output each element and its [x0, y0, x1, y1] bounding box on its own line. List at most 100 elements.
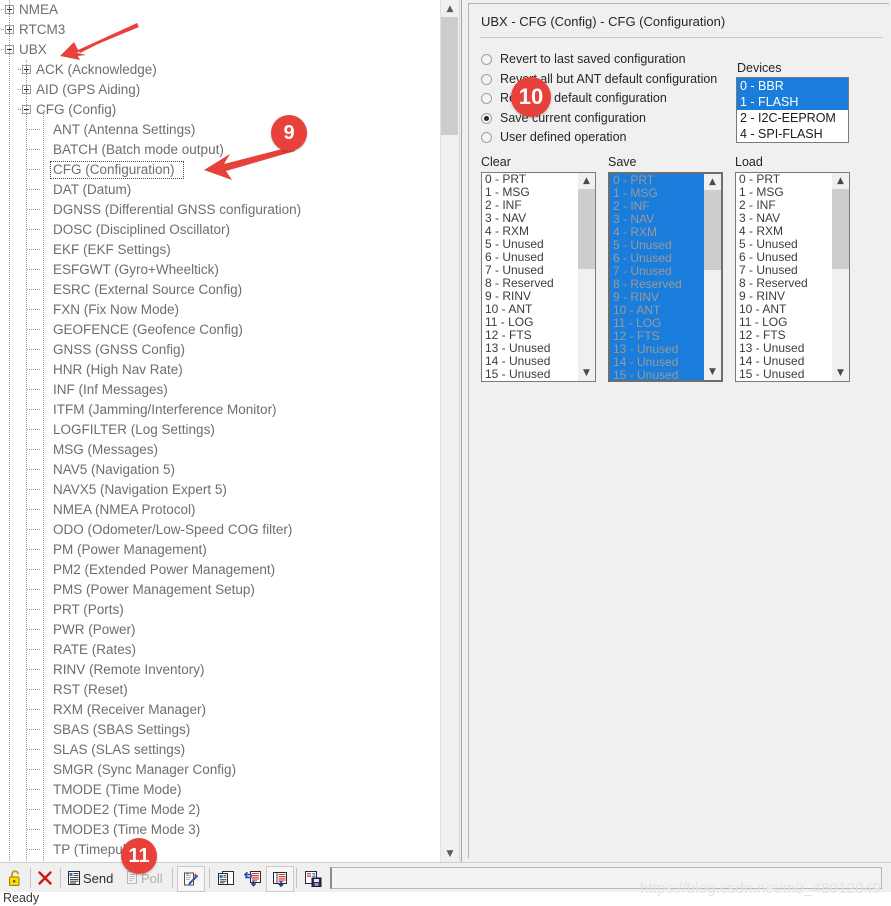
scroll-up-icon[interactable]: ▲ [704, 174, 721, 190]
tree-item-tp[interactable]: TP (Timepulse) [0, 840, 440, 860]
tree-item-label: NMEA [19, 2, 59, 17]
radio-indicator[interactable] [481, 132, 492, 143]
tree-guide-line [26, 60, 27, 862]
configuration-panel: UBX - CFG (Config) - CFG (Configuration)… [461, 0, 891, 862]
tree-item-aid[interactable]: AID (GPS Aiding) [0, 80, 440, 100]
tree-item-gnss[interactable]: GNSS (GNSS Config) [0, 340, 440, 360]
listbox-scrollbar[interactable]: ▲ ▼ [832, 173, 849, 381]
tree-item-nav5[interactable]: NAV5 (Navigation 5) [0, 460, 440, 480]
tree-item-slas[interactable]: SLAS (SLAS settings) [0, 740, 440, 760]
tree-item-prt[interactable]: PRT (Ports) [0, 600, 440, 620]
tree-item-ekf[interactable]: EKF (EKF Settings) [0, 240, 440, 260]
tree-item-hnr[interactable]: HNR (High Nav Rate) [0, 360, 440, 380]
tree-item-label: AID (GPS Aiding) [36, 82, 141, 97]
store-to-receiver-button[interactable] [266, 866, 294, 892]
device-option[interactable]: 2 - I2C-EEPROM [737, 110, 848, 126]
scroll-up-icon[interactable]: ▲ [832, 173, 849, 189]
annotation-marker-9: 9 [271, 115, 307, 151]
tree-item-rxm[interactable]: RXM (Receiver Manager) [0, 700, 440, 720]
radio-indicator[interactable] [481, 73, 492, 85]
ublox-ucenter-window: NMEA RTCM3 UBX ACK (Acknowledge) AID (GPS Ai… [0, 0, 891, 906]
tree-item-rst[interactable]: RST (Reset) [0, 680, 440, 700]
scroll-down-icon[interactable]: ▼ [704, 364, 721, 380]
unlock-button[interactable] [4, 866, 26, 890]
scroll-down-icon[interactable]: ▼ [832, 365, 849, 381]
copy-config-button[interactable] [213, 866, 238, 890]
device-option[interactable]: 0 - BBR [737, 78, 848, 94]
send-button[interactable]: Send [66, 866, 113, 890]
floppy-disk-icon [305, 870, 322, 887]
mask-listbox-load[interactable]: 0 - PRT 1 - MSG 2 - INF 3 - NAV 4 - RXM 5 - U… [735, 172, 850, 382]
mask-listbox-clear[interactable]: 0 - PRT 1 - MSG 2 - INF 3 - NAV 4 - RXM 5 - U… [481, 172, 596, 382]
scroll-thumb[interactable] [832, 189, 849, 269]
tree-item-logfilter[interactable]: LOGFILTER (Log Settings) [0, 420, 440, 440]
radio-indicator[interactable] [481, 93, 492, 104]
tree-item-pm2[interactable]: PM2 (Extended Power Management) [0, 560, 440, 580]
tree-item-pm[interactable]: PM (Power Management) [0, 540, 440, 560]
tree-item-esfgwt[interactable]: ESFGWT (Gyro+Wheeltick) [0, 260, 440, 280]
tree-item-itfm[interactable]: ITFM (Jamming/Interference Monitor) [0, 400, 440, 420]
tree-item-tmode2[interactable]: TMODE2 (Time Mode 2) [0, 800, 440, 820]
scroll-thumb[interactable] [578, 189, 595, 269]
tree-item-label: NAV5 (Navigation 5) [53, 462, 176, 477]
mask-listbox-save[interactable]: 0 - PRT 1 - MSG 2 - INF 3 - NAV 4 - RXM 5 - U… [608, 172, 723, 382]
scroll-thumb[interactable] [441, 17, 459, 135]
tree-guide-line [43, 110, 44, 862]
auto-config-button[interactable] [177, 866, 205, 892]
tree-item-rinv[interactable]: RINV (Remote Inventory) [0, 660, 440, 680]
command-input[interactable] [330, 867, 882, 889]
tree-connector [27, 629, 41, 630]
tree-item-nmea[interactable]: NMEA [0, 0, 440, 20]
listbox-scrollbar[interactable]: ▲ ▼ [578, 173, 595, 381]
mask-option[interactable]: 15 - Unused [736, 368, 832, 381]
tree-item-geofence[interactable]: GEOFENCE (Geofence Config) [0, 320, 440, 340]
clear-button[interactable] [34, 866, 56, 890]
tree-item-pwr[interactable]: PWR (Power) [0, 620, 440, 640]
tree-item-inf[interactable]: INF (Inf Messages) [0, 380, 440, 400]
scroll-down-icon[interactable]: ▼ [578, 365, 595, 381]
tree-selection-outline [50, 161, 185, 179]
mask-list-items[interactable]: 0 - PRT 1 - MSG 2 - INF 3 - NAV 4 - RXM 5 - U… [736, 173, 832, 381]
devices-listbox[interactable]: 0 - BBR 1 - FLASH 2 - I2C-EEPROM 4 - SPI-FL… [736, 77, 849, 143]
tree-item-cfg[interactable]: CFG (Config) [0, 100, 440, 120]
tree-vertical-scrollbar[interactable]: ▲ ▼ [440, 0, 459, 862]
tree-item-pms[interactable]: PMS (Power Management Setup) [0, 580, 440, 600]
load-from-receiver-button[interactable] [240, 866, 265, 890]
status-bar: Ready [0, 891, 891, 906]
device-option[interactable]: 4 - SPI-FLASH [737, 126, 848, 142]
listbox-scrollbar[interactable]: ▲ ▼ [704, 174, 721, 380]
tree-connector [27, 749, 41, 750]
tree-item-ant[interactable]: ANT (Antenna Settings) [0, 120, 440, 140]
mask-option[interactable]: 15 - Unused [482, 368, 578, 381]
tree-item-nmea[interactable]: NMEA (NMEA Protocol) [0, 500, 440, 520]
tree-item-dosc[interactable]: DOSC (Disciplined Oscillator) [0, 220, 440, 240]
tree-item-smgr[interactable]: SMGR (Sync Manager Config) [0, 760, 440, 780]
mask-list-items[interactable]: 0 - PRT 1 - MSG 2 - INF 3 - NAV 4 - RXM 5 - U… [482, 173, 578, 381]
tree-item-msg[interactable]: MSG (Messages) [0, 440, 440, 460]
scroll-thumb[interactable] [704, 190, 721, 270]
tree-item-rate[interactable]: RATE (Rates) [0, 640, 440, 660]
annotation-arrow-to-ubx [60, 23, 139, 60]
tree-item-sbas[interactable]: SBAS (SBAS Settings) [0, 720, 440, 740]
tree-item-navx5[interactable]: NAVX5 (Navigation Expert 5) [0, 480, 440, 500]
tree-item-tmode[interactable]: TMODE (Time Mode) [0, 780, 440, 800]
scroll-down-icon[interactable]: ▼ [441, 845, 459, 862]
radio-indicator[interactable] [481, 112, 492, 124]
mask-option[interactable]: 15 - Unused [610, 369, 704, 381]
annotation-marker-10: 10 [511, 77, 551, 117]
tree-item-tmode3[interactable]: TMODE3 (Time Mode 3) [0, 820, 440, 840]
tree-connector [27, 669, 41, 670]
scroll-up-icon[interactable]: ▲ [441, 0, 459, 17]
message-tree-pane[interactable]: NMEA RTCM3 UBX ACK (Acknowledge) AID (GPS Ai… [0, 0, 440, 862]
tree-item-dgnss[interactable]: DGNSS (Differential GNSS configuration) [0, 200, 440, 220]
tree-item-fxn[interactable]: FXN (Fix Now Mode) [0, 300, 440, 320]
tree-item-odo[interactable]: ODO (Odometer/Low-Speed COG filter) [0, 520, 440, 540]
scroll-up-icon[interactable]: ▲ [578, 173, 595, 189]
save-to-file-button[interactable] [300, 866, 326, 890]
mask-list-items[interactable]: 0 - PRT 1 - MSG 2 - INF 3 - NAV 4 - RXM 5 - U… [610, 174, 704, 380]
device-option[interactable]: 1 - FLASH [737, 94, 848, 110]
tree-item-label: FXN (Fix Now Mode) [53, 302, 180, 317]
radio-indicator[interactable] [481, 54, 492, 65]
tree-item-esrc[interactable]: ESRC (External Source Config) [0, 280, 440, 300]
tree-connector [27, 129, 41, 130]
